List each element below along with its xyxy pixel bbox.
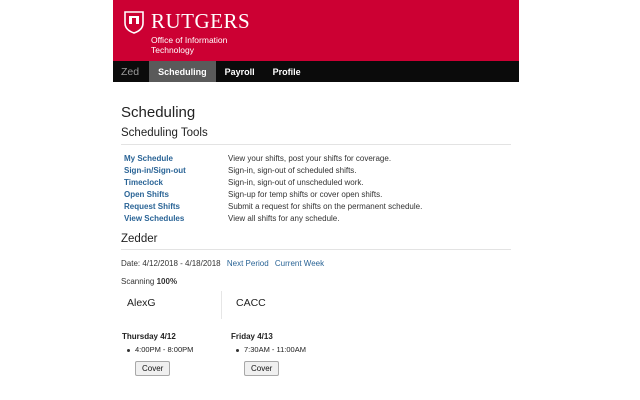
tool-desc: Sign-up for temp shifts or cover open sh… [228,190,383,199]
divider [121,144,511,145]
tool-row: Timeclock Sign-in, sign-out of unschedul… [124,177,514,189]
tool-row: My Schedule View your shifts, post your … [124,153,514,165]
column-divider [221,291,222,319]
tool-row: Open Shifts Sign-up for temp shifts or c… [124,189,514,201]
tool-desc: Sign-in, sign-out of scheduled shifts. [228,166,357,175]
tools-title: Scheduling Tools [121,127,208,139]
tool-link-view-schedules[interactable]: View Schedules [124,213,228,225]
tool-desc: View all shifts for any schedule. [228,214,340,223]
scanning-value: 100% [156,277,178,286]
scanning-status: Scanning 100% [121,277,511,286]
nav-item-scheduling[interactable]: Scheduling [149,61,216,82]
shift-item: 4:00PM - 8:00PM [121,345,229,354]
bullet-icon [236,348,239,352]
tool-row: Request Shifts Submit a request for shif… [124,201,514,213]
cover-button[interactable]: Cover [244,361,280,376]
shift-time: 7:30AM - 11:00AM [244,345,306,354]
nav-item-payroll[interactable]: Payroll [216,61,264,82]
scanning-label: Scanning [121,277,155,286]
top-nav: Zed Scheduling Payroll Profile [113,61,519,82]
tool-desc: Sign-in, sign-out of unscheduled work. [228,178,364,187]
tool-desc: Submit a request for shifts on the perma… [228,202,423,211]
nav-item-profile[interactable]: Profile [264,61,310,82]
bullet-icon [127,348,130,352]
day-heading: Friday 4/13 [231,332,273,341]
date-range: Date: 4/12/2018 - 4/18/2018 Next Period … [121,259,511,268]
tool-link-request-shifts[interactable]: Request Shifts [124,201,228,213]
zedder-title: Zedder [121,233,158,245]
next-period-link[interactable]: Next Period [227,259,269,268]
current-week-link[interactable]: Current Week [275,259,324,268]
rutgers-shield-icon [124,11,144,34]
tool-link-timeclock[interactable]: Timeclock [124,177,228,189]
page-title: Scheduling [121,104,196,121]
tools-table: My Schedule View your shifts, post your … [124,153,514,225]
schedule-column: AlexG Thursday 4/12 4:00PM - 8:00PM Cove… [121,291,229,376]
date-label: Date: 4/12/2018 - 4/18/2018 [121,259,221,268]
schedule-columns: AlexG Thursday 4/12 4:00PM - 8:00PM Cove… [121,291,511,391]
shift-item: 7:30AM - 11:00AM [230,345,338,354]
cover-button[interactable]: Cover [135,361,171,376]
tool-link-sign-in[interactable]: Sign-in/Sign-out [124,165,228,177]
schedule-column: CACC Friday 4/13 7:30AM - 11:00AM Cover [230,291,338,376]
tool-link-open-shifts[interactable]: Open Shifts [124,189,228,201]
logo-wordmark[interactable]: RUTGERS [151,9,250,34]
shift-time: 4:00PM - 8:00PM [135,345,194,354]
logo-subtitle: Office of Information Technology [151,35,228,55]
nav-brand[interactable]: Zed [113,61,149,82]
main-content: Scheduling Scheduling Tools My Schedule … [121,104,514,376]
divider [121,249,511,250]
tool-row: Sign-in/Sign-out Sign-in, sign-out of sc… [124,165,514,177]
site-header: RUTGERS Office of Information Technology [113,0,519,61]
tool-link-my-schedule[interactable]: My Schedule [124,153,228,165]
column-name: AlexG [127,297,156,309]
column-name: CACC [236,297,266,309]
tool-desc: View your shifts, post your shifts for c… [228,154,392,163]
day-heading: Thursday 4/12 [122,332,176,341]
tool-row: View Schedules View all shifts for any s… [124,213,514,225]
